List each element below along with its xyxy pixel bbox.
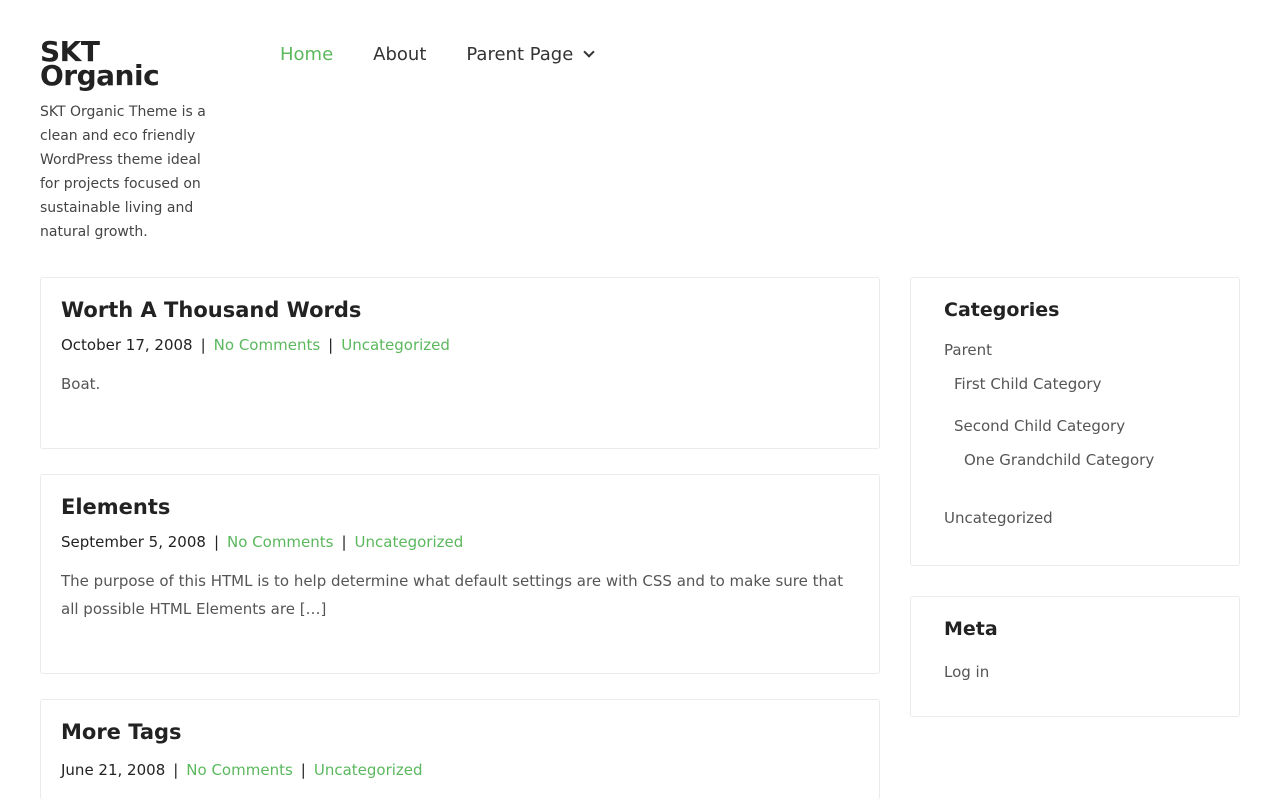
- post-comments-link[interactable]: No Comments: [227, 533, 333, 551]
- post-excerpt: Boat.: [61, 375, 101, 393]
- meta-separator: |: [213, 533, 219, 551]
- categories-widget: Categories Parent First Child Category S…: [910, 277, 1240, 566]
- post-card: More Tags June 21, 2008 | No Comments | Unca…: [40, 699, 880, 800]
- post-category-link[interactable]: Uncategorized: [314, 761, 423, 779]
- category-item-first-child[interactable]: First Child Category: [944, 372, 1206, 396]
- post-meta: September 5, 2008 | No Comments | Uncategori…: [61, 531, 859, 553]
- meta-separator: |: [200, 336, 206, 354]
- site-title[interactable]: SKT Organic: [40, 38, 220, 90]
- nav-item-label[interactable]: Home: [280, 44, 333, 65]
- post-excerpt: The purpose of this HTML is to help dete…: [61, 572, 844, 618]
- meta-separator: |: [300, 761, 306, 779]
- chevron-down-icon[interactable]: [583, 46, 595, 58]
- post-meta: June 21, 2008 | No Comments | Uncategorized: [61, 759, 859, 781]
- main-navigation: Home About Parent Page: [280, 42, 633, 66]
- nav-item-label[interactable]: About: [373, 44, 426, 65]
- nav-item-label[interactable]: Parent Page: [466, 44, 573, 65]
- nav-item-home[interactable]: Home: [280, 44, 333, 65]
- category-item-uncategorized[interactable]: Uncategorized: [944, 506, 1206, 530]
- category-item-parent[interactable]: Parent: [944, 338, 1206, 362]
- site-branding: SKT Organic SKT Organic Theme is a clean…: [40, 38, 220, 244]
- category-item-second-child[interactable]: Second Child Category: [944, 414, 1206, 438]
- site-title-line2[interactable]: Organic: [40, 62, 220, 90]
- post-card: Elements September 5, 2008 | No Comments | U…: [40, 474, 880, 674]
- meta-widget: Meta Log in: [910, 596, 1240, 717]
- post-title[interactable]: Worth A Thousand Words: [61, 296, 859, 324]
- category-list: Parent First Child Category Second Child…: [944, 338, 1206, 530]
- post-card: Worth A Thousand Words October 17, 2008 |…: [40, 277, 880, 449]
- site-description: SKT Organic Theme is a clean and eco fri…: [40, 104, 206, 240]
- nav-item-about[interactable]: About: [373, 44, 426, 65]
- nav-item-parent-page[interactable]: Parent Page: [466, 44, 595, 65]
- widget-title: Meta: [944, 618, 998, 640]
- post-category-link[interactable]: Uncategorized: [341, 336, 450, 354]
- post-date: October 17, 2008: [61, 336, 193, 354]
- post-title[interactable]: Elements: [61, 493, 859, 521]
- post-date: June 21, 2008: [61, 761, 166, 779]
- post-meta: October 17, 2008 | No Comments | Uncategoriz…: [61, 334, 859, 356]
- meta-separator: |: [173, 761, 179, 779]
- post-date: September 5, 2008: [61, 533, 206, 551]
- login-link[interactable]: Log in: [944, 661, 1206, 683]
- widget-title: Categories: [944, 299, 1060, 321]
- post-category-link[interactable]: Uncategorized: [355, 533, 464, 551]
- meta-separator: |: [328, 336, 334, 354]
- post-comments-link[interactable]: No Comments: [214, 336, 320, 354]
- meta-separator: |: [341, 533, 347, 551]
- post-title[interactable]: More Tags: [61, 718, 859, 746]
- category-item-grandchild[interactable]: One Grandchild Category: [944, 448, 1206, 472]
- post-comments-link[interactable]: No Comments: [186, 761, 292, 779]
